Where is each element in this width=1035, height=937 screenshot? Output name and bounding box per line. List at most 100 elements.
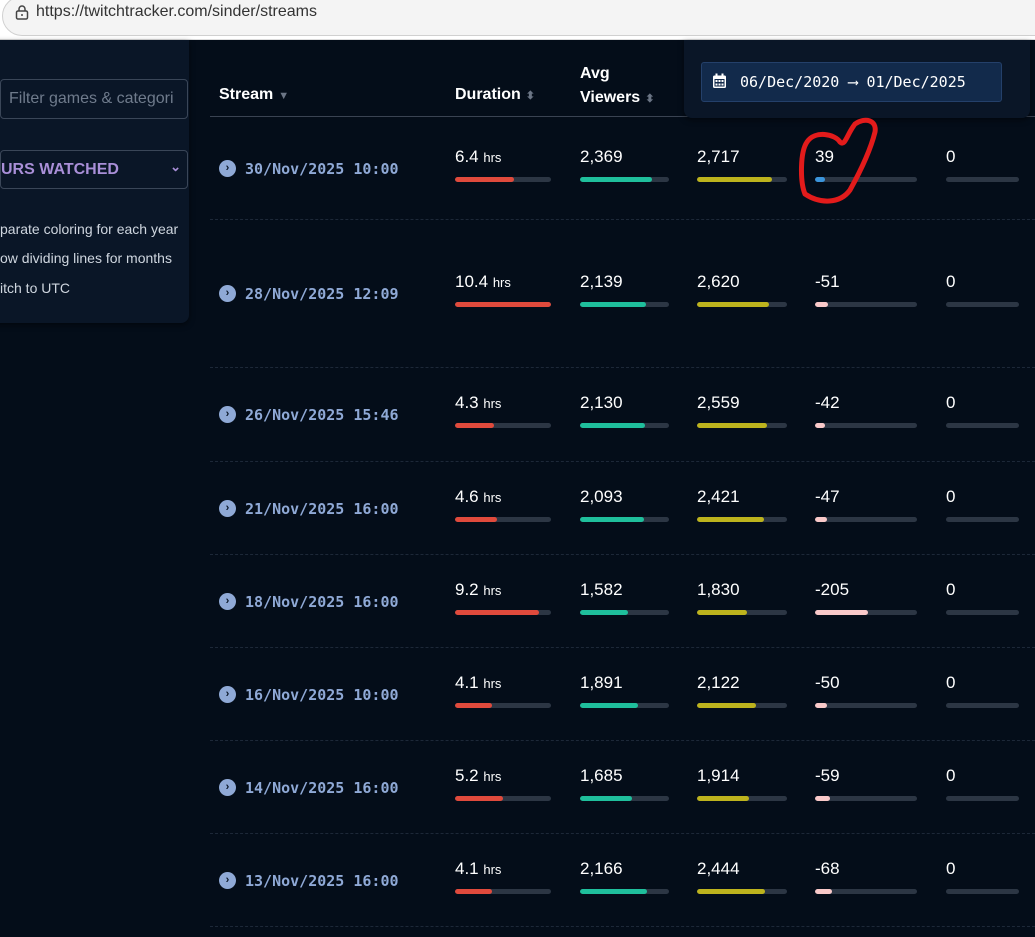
last-column-value: 0 (946, 672, 956, 692)
last-column-value: 0 (946, 858, 956, 878)
table-row[interactable]: › 16/Nov/2025 10:00 4.1 hrs 1,891 2,122 … (210, 648, 1035, 741)
date-range-popover: 06/Dec/2020 ⟶ 01/Dec/2025 (684, 40, 1030, 118)
stream-date-link[interactable]: 13/Nov/2025 16:00 (245, 872, 399, 890)
expand-stream-icon[interactable]: › (219, 592, 236, 610)
expand-stream-icon[interactable]: › (219, 406, 236, 423)
stream-date-link[interactable]: 28/Nov/2025 12:09 (245, 285, 399, 303)
chevron-down-icon: ⌄ (170, 159, 181, 174)
calendar-icon (713, 73, 726, 88)
expand-stream-icon[interactable]: › (219, 285, 236, 302)
duration-value: 4.3 hrs (455, 393, 502, 412)
stream-date-link[interactable]: 16/Nov/2025 10:00 (245, 686, 399, 704)
peak-viewers-value: 1,830 (697, 579, 740, 599)
date-range-picker[interactable]: 06/Dec/2020 ⟶ 01/Dec/2025 (701, 62, 1002, 102)
table-row[interactable]: › 13/Nov/2025 16:00 4.1 hrs 2,166 2,444 … (210, 834, 1035, 927)
last-column-bar (946, 423, 1019, 428)
duration-bar (455, 302, 551, 307)
peak-viewers-value: 2,620 (697, 272, 740, 291)
table-row[interactable]: › 21/Nov/2025 16:00 4.6 hrs 2,093 2,421 … (210, 462, 1035, 555)
table-row[interactable]: › 28/Nov/2025 12:09 10.4 hrs 2,139 2,620… (210, 220, 1035, 368)
option-utc[interactable]: itch to UTC (0, 280, 70, 296)
avg-viewers-value: 1,582 (580, 579, 623, 599)
followers-value: -42 (815, 393, 840, 412)
followers-bar (815, 888, 917, 894)
sort-metric-select[interactable]: URS WATCHED ⌄ (0, 150, 188, 189)
avg-viewers-value: 2,369 (580, 146, 623, 166)
avg-viewers-bar (580, 702, 669, 708)
table-row[interactable]: › 18/Nov/2025 16:00 9.2 hrs 1,582 1,830 … (210, 555, 1035, 648)
followers-value: -51 (815, 272, 840, 291)
duration-value: 6.4 hrs (455, 146, 502, 166)
followers-bar (815, 423, 917, 428)
avg-viewers-bar (580, 888, 669, 894)
peak-viewers-bar (697, 176, 787, 182)
peak-viewers-bar (697, 516, 787, 522)
last-column-value: 0 (946, 393, 956, 412)
peak-viewers-value: 2,444 (697, 858, 740, 878)
followers-bar (815, 516, 917, 522)
avg-viewers-value: 2,130 (580, 393, 623, 412)
header-duration[interactable]: Duration ⬍ (455, 86, 535, 104)
stream-date-link[interactable]: 30/Nov/2025 10:00 (245, 160, 399, 178)
last-column-value: 0 (946, 765, 956, 785)
duration-bar (455, 888, 551, 894)
last-column-bar (946, 795, 1019, 801)
followers-bar (815, 302, 917, 307)
last-column-value: 0 (946, 486, 956, 506)
table-row[interactable]: › 14/Nov/2025 16:00 5.2 hrs 1,685 1,914 … (210, 741, 1035, 834)
stream-date-link[interactable]: 26/Nov/2025 15:46 (245, 406, 399, 424)
duration-bar (455, 516, 551, 522)
lock-icon (15, 5, 29, 20)
last-column-bar (946, 516, 1019, 522)
followers-bar (815, 702, 917, 708)
duration-bar (455, 609, 551, 615)
duration-bar (455, 795, 551, 801)
avg-viewers-bar (580, 176, 669, 182)
peak-viewers-value: 2,421 (697, 486, 740, 506)
followers-value: -59 (815, 765, 840, 785)
stream-date-link[interactable]: 14/Nov/2025 16:00 (245, 779, 399, 797)
avg-viewers-value: 1,891 (580, 672, 623, 692)
option-month-lines[interactable]: ow dividing lines for months (0, 250, 172, 266)
expand-stream-icon[interactable]: › (219, 685, 236, 703)
followers-value: 39 (815, 146, 834, 166)
expand-stream-icon[interactable]: › (219, 778, 236, 796)
option-year-coloring[interactable]: parate coloring for each year (0, 221, 178, 237)
followers-value: -50 (815, 672, 840, 692)
stream-date-link[interactable]: 21/Nov/2025 16:00 (245, 500, 399, 518)
table-row[interactable]: › 26/Nov/2025 15:46 4.3 hrs 2,130 2,559 … (210, 368, 1035, 462)
browser-address-bar: https://twitchtracker.com/sinder/streams (0, 0, 1035, 40)
avg-viewers-bar (580, 795, 669, 801)
duration-value: 5.2 hrs (455, 765, 502, 785)
sort-icon: ⬍ (645, 93, 655, 105)
filter-games-input[interactable]: Filter games & categori (0, 79, 188, 119)
followers-bar (815, 609, 917, 615)
url-text: https://twitchtracker.com/sinder/streams (36, 3, 317, 20)
avg-viewers-bar (580, 423, 669, 428)
avg-viewers-value: 2,093 (580, 486, 623, 506)
duration-bar (455, 423, 551, 428)
stream-date-link[interactable]: 18/Nov/2025 16:00 (245, 593, 399, 611)
peak-viewers-bar (697, 702, 787, 708)
avg-viewers-bar (580, 609, 669, 615)
duration-value: 9.2 hrs (455, 579, 502, 599)
peak-viewers-bar (697, 423, 787, 428)
expand-stream-icon[interactable]: › (219, 499, 236, 517)
peak-viewers-value: 1,914 (697, 765, 740, 785)
expand-stream-icon[interactable]: › (219, 871, 236, 889)
header-stream[interactable]: Stream ▼ (219, 86, 289, 104)
avg-viewers-value: 2,166 (580, 858, 623, 878)
followers-value: -68 (815, 858, 840, 878)
followers-bar (815, 795, 917, 801)
followers-value: -47 (815, 486, 840, 506)
arrow-right-icon: ⟶ (848, 73, 858, 91)
date-to: 01/Dec/2025 (866, 73, 966, 91)
table-row[interactable]: › 30/Nov/2025 10:00 6.4 hrs 2,369 2,717 … (210, 117, 1035, 220)
duration-value: 4.6 hrs (455, 486, 502, 506)
last-column-bar (946, 176, 1019, 182)
header-avg-viewers[interactable]: Avg Viewers ⬍ (580, 62, 654, 111)
url-field[interactable]: https://twitchtracker.com/sinder/streams (2, 0, 1035, 36)
expand-stream-icon[interactable]: › (219, 159, 236, 177)
peak-viewers-bar (697, 795, 787, 801)
sort-metric-value: URS WATCHED (1, 161, 119, 178)
